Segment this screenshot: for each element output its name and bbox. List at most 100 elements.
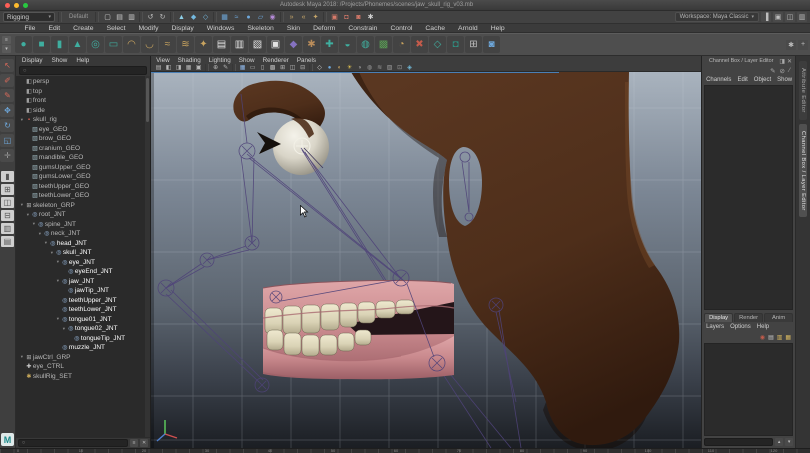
viewport-menu-show[interactable]: Show [239,57,255,64]
channel-list[interactable] [704,85,793,310]
outliner-item-top[interactable]: ◧top [16,87,150,97]
poly-cube-icon[interactable]: ■ [33,36,50,53]
layer-list[interactable] [704,343,793,436]
input-connections-icon[interactable]: » [286,12,297,23]
lattice-icon[interactable]: ✦ [195,36,212,53]
filter-clear-button[interactable]: ✕ [140,439,148,447]
poly-sphere-icon[interactable]: ● [15,36,32,53]
outliner-item-eyeend_jnt[interactable]: ◎eyeEnd_JNT [16,267,150,277]
outliner-menu-display[interactable]: Display [22,57,43,64]
wireframe-icon[interactable]: ◇ [315,64,324,71]
viewport-menu-renderer[interactable]: Renderer [263,57,289,64]
outliner-menu-help[interactable]: Help [76,57,89,64]
wave-deformer-icon[interactable]: ≋ [177,36,194,53]
layer-menu-help[interactable]: Help [757,324,769,330]
outliner-item-spine_jnt[interactable]: ▾◎spine_JNT [16,220,150,230]
outliner-item-teethlower_jnt[interactable]: ◎teethLower_JNT [16,305,150,315]
safe-action-icon[interactable]: ◫ [288,64,297,71]
shelf-gear-icon[interactable]: ✱ [786,40,796,50]
outliner-item-skullrig_set[interactable]: ✱skullRig_SET [16,372,150,382]
move-tool[interactable]: ✥ [0,104,14,117]
no-channel-icon[interactable]: ⊘ [780,67,785,75]
outliner-item-cranium_geo[interactable]: ▧cranium_GEO [16,144,150,154]
toggle-attribute-editor-icon[interactable]: ▣ [773,12,783,22]
toggle-modeling-toolkit-icon[interactable]: ▐ [761,12,771,22]
outliner-item-eye_jnt[interactable]: ▾◎eye_JNT [16,258,150,268]
close-icon[interactable]: ✕ [787,58,792,65]
menu-create[interactable]: Create [67,25,100,32]
outliner-item-tongue01_jnt[interactable]: ▾◎tongue01_JNT [16,315,150,325]
menu-constrain[interactable]: Constrain [342,25,384,32]
scene-canvas[interactable] [151,72,701,448]
layout-uv-editor[interactable]: ▤ [1,236,14,247]
snap-plane-icon[interactable]: ▱ [255,12,266,23]
side-tab-attribute-editor[interactable]: Attribute Editor [799,61,807,120]
channel-box-menu-edit[interactable]: Edit [737,77,747,83]
blend-shape-icon[interactable]: ◔ [393,36,410,53]
scene-view[interactable] [151,72,701,448]
textured-icon[interactable]: ◐ [335,65,344,71]
outliner-menu-show[interactable]: Show [52,57,68,64]
layer-tab-display[interactable]: Display [704,313,733,322]
render-ball-icon[interactable]: ◙ [483,36,500,53]
save-scene-icon[interactable]: ▥ [126,12,137,23]
toggle-channel-box-icon[interactable]: ▥ [797,12,807,22]
menu-control[interactable]: Control [384,25,419,32]
menu-cache[interactable]: Cache [419,25,452,32]
new-doc-icon[interactable]: ▤ [213,36,230,53]
outliner-item-teethupper_geo[interactable]: ▧teethUpper_GEO [16,182,150,192]
outliner-item-skull_rig[interactable]: ▾▪skull_rig [16,115,150,125]
outliner-item-gumsupper_geo[interactable]: ▧gumsUpper_GEO [16,163,150,173]
twist-deformer-icon[interactable]: ≈ [159,36,176,53]
viewport-menu-shading[interactable]: Shading [178,57,201,64]
shelf-tabs-menu-button[interactable]: ≡ [2,36,11,44]
constraint-icon[interactable]: ◘ [447,36,464,53]
outliner-item-muzzle_jnt[interactable]: ◎muzzle_JNT [16,343,150,353]
isolate-select-icon[interactable]: ⊡ [395,64,404,71]
viewport-menu-view[interactable]: View [156,57,170,64]
open-render-view-icon[interactable]: ▣ [329,12,340,23]
output-connections-icon[interactable]: « [298,12,309,23]
menu-modify[interactable]: Modify [132,25,165,32]
outliner-item-mandible_geo[interactable]: ▧mandible_GEO [16,153,150,163]
lock-camera-icon[interactable]: ◧ [164,64,173,71]
shelf-add-icon[interactable]: + [798,40,808,50]
minimize-window-button[interactable] [14,3,19,8]
outliner-item-gumslower_geo[interactable]: ▧gumsLower_GEO [16,172,150,182]
poly-plane-icon[interactable]: ▭ [105,36,122,53]
outliner-item-jawctrl_grp[interactable]: ▾⊞jawCtrl_GRP [16,353,150,363]
menu-select[interactable]: Select [100,25,132,32]
select-object-icon[interactable]: ◆ [188,12,199,23]
menu-file[interactable]: File [18,25,42,32]
make-live-icon[interactable]: ◉ [267,12,278,23]
smooth-shade-icon[interactable]: ● [325,65,334,71]
film-gate-icon[interactable]: ▭ [248,64,257,71]
outliner-search-input[interactable] [29,68,144,74]
open-scene-icon[interactable]: ▤ [114,12,125,23]
layer-filter-input[interactable] [704,438,773,446]
ipr-render-icon[interactable]: ◙ [353,12,364,23]
select-tool[interactable]: ↖ [0,59,14,72]
outliner-item-head_jnt[interactable]: ▾◎head_JNT [16,239,150,249]
outliner-item-eye_ctrl[interactable]: ✚eye_CTRL [16,362,150,372]
bend-deformer-icon[interactable]: ◠ [123,36,140,53]
outliner-item-teethupper_jnt[interactable]: ◎teethUpper_JNT [16,296,150,306]
outliner-item-jaw_jnt[interactable]: ▾◎jaw_JNT [16,277,150,287]
safe-title-icon[interactable]: ⊟ [298,64,307,71]
menu-display[interactable]: Display [165,25,200,32]
menu-windows[interactable]: Windows [200,25,241,32]
outliner-filter-input[interactable]: ○ [18,439,128,447]
channel-box-menu-channels[interactable]: Channels [706,77,731,83]
grid-toggle-icon[interactable]: ▦ [238,64,247,71]
render-settings-icon[interactable]: ✱ [365,12,376,23]
menu-edit[interactable]: Edit [42,25,67,32]
poly-torus-icon[interactable]: ◎ [87,36,104,53]
outliner-scrollbar[interactable] [145,76,150,437]
slow-channel-icon[interactable]: ✎ [770,67,775,75]
layer-menu-layers[interactable]: Layers [706,324,724,330]
new-scene-icon[interactable]: ▢ [102,12,113,23]
shadows-icon[interactable]: ◑ [355,65,364,71]
lights-icon[interactable]: ☀ [345,64,354,71]
toggle-tool-settings-icon[interactable]: ◫ [785,12,795,22]
skin-bind-icon[interactable]: ◍ [357,36,374,53]
